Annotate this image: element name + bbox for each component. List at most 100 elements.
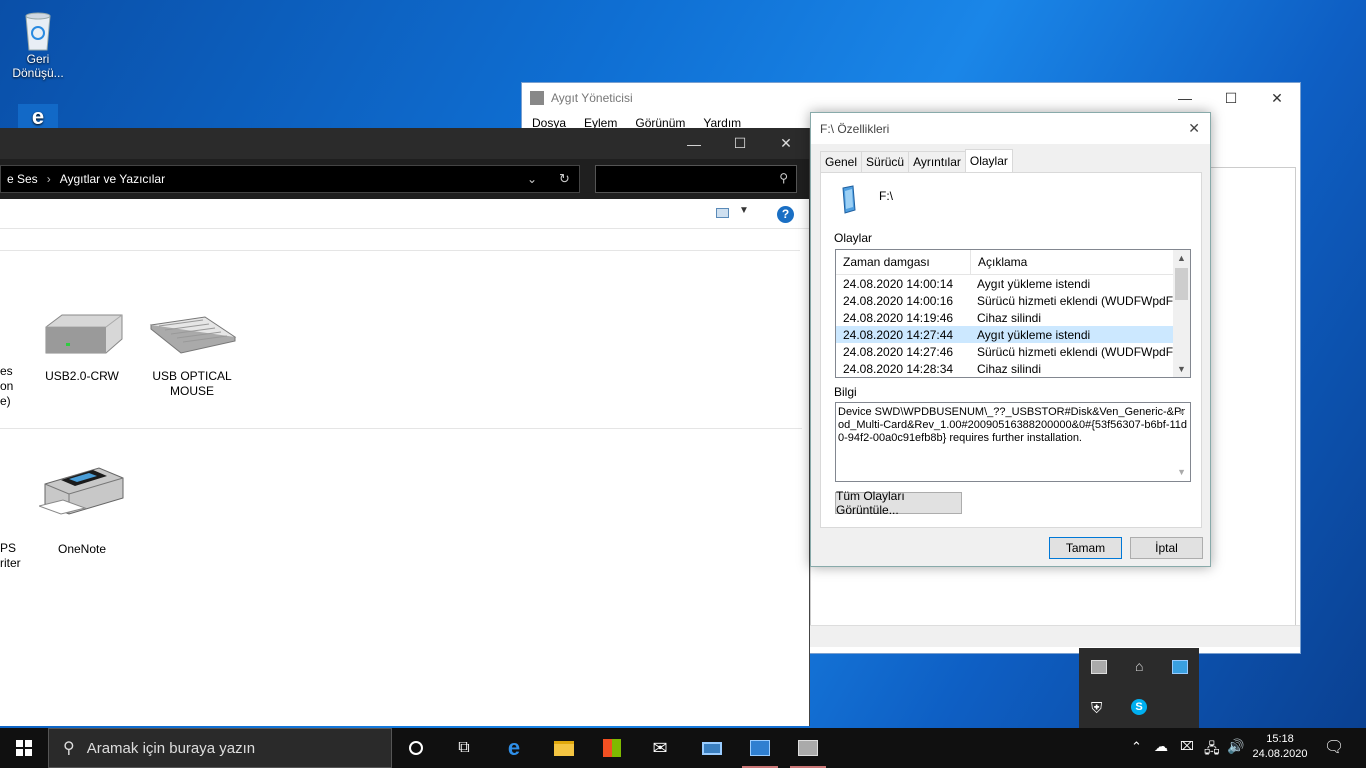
help-icon[interactable]: ? xyxy=(777,206,794,223)
event-description: Cihaz silindi xyxy=(977,310,1042,325)
properties-dialog[interactable]: F:\ Özellikleri ✕ Genel Sürücü Ayrıntıla… xyxy=(810,112,1211,567)
task-view-button[interactable] xyxy=(392,728,440,768)
store-taskbar-button[interactable] xyxy=(588,728,636,768)
event-timestamp: 24.08.2020 14:00:16 xyxy=(843,293,954,308)
device-onenote-printer[interactable]: OneNote xyxy=(32,464,132,557)
scroll-up-icon[interactable]: ▲ xyxy=(1173,250,1190,266)
view-dropdown-icon[interactable]: ▼ xyxy=(739,205,749,216)
event-row[interactable]: 24.08.2020 14:27:44 Aygıt yükleme istendi xyxy=(836,326,1190,343)
usb-drive-icon[interactable]: ⌂ xyxy=(1135,658,1143,674)
event-timestamp: 24.08.2020 14:27:44 xyxy=(843,327,954,342)
events-scrollbar[interactable]: ▲ ▼ xyxy=(1173,250,1190,377)
start-button[interactable] xyxy=(0,728,48,768)
device-usb2-crw[interactable]: USB2.0-CRW xyxy=(32,313,132,384)
search-input[interactable]: ⚲ xyxy=(595,165,797,193)
device-manager-taskbar-button[interactable] xyxy=(784,728,832,768)
network-icon[interactable]: 🖧 xyxy=(1204,738,1220,762)
volume-icon[interactable]: 🔊 xyxy=(1227,738,1244,755)
events-list-header: Zaman damgası Açıklama xyxy=(836,250,1190,275)
windows-icon xyxy=(16,740,32,756)
event-row[interactable]: 24.08.2020 14:00:16 Sürücü hizmeti eklend… xyxy=(836,292,1190,309)
view-all-events-button[interactable]: Tüm Olayları Görüntüle... xyxy=(835,489,962,517)
view-options-icon[interactable] xyxy=(716,208,729,218)
breadcrumb-current[interactable]: Aygıtlar ve Yazıcılar xyxy=(60,172,165,186)
close-button[interactable]: ✕ xyxy=(1254,83,1300,113)
refresh-icon[interactable]: ↻ xyxy=(559,171,570,187)
device-label: USB2.0-CRW xyxy=(45,369,119,383)
ime-icon[interactable]: ⌧ xyxy=(1180,739,1194,753)
minimize-button[interactable]: — xyxy=(671,128,717,159)
security-shield-icon[interactable]: ⛨ xyxy=(1091,700,1102,717)
tab-events[interactable]: Olaylar xyxy=(964,149,1013,172)
minimize-button[interactable]: — xyxy=(1162,83,1208,113)
dialog-titlebar: F:\ Özellikleri ✕ xyxy=(811,113,1210,144)
tab-details[interactable]: Ayrıntılar xyxy=(908,151,966,172)
scroll-thumb[interactable] xyxy=(1175,268,1188,300)
info-textbox[interactable]: Device SWD\WPDBUSENUM\_??_USBSTOR#Disk&V… xyxy=(835,402,1191,482)
show-hidden-icons-icon[interactable]: ⌃ xyxy=(1131,739,1142,755)
event-row[interactable]: 24.08.2020 14:28:34 Cihaz silindi xyxy=(836,360,1190,377)
explorer-address-area: e Ses › Aygıtlar ve Yazıcılar ⌄ ↻ ⚲ xyxy=(0,159,809,199)
recycle-bin-shortcut[interactable]: Geri Dönüşü... xyxy=(2,8,74,80)
device-usb-optical-mouse[interactable]: USB OPTICAL MOUSE xyxy=(142,313,242,399)
taskbar-search[interactable]: ⚲ Aramak için buraya yazın xyxy=(48,728,392,768)
maximize-button[interactable]: ☐ xyxy=(1208,83,1254,113)
edge-icon: e xyxy=(18,104,58,130)
drive-icon xyxy=(40,313,124,357)
column-timestamp[interactable]: Zaman damgası xyxy=(836,250,970,274)
chevron-down-icon[interactable]: ⌄ xyxy=(527,172,537,186)
search-icon: ⚲ xyxy=(779,171,788,185)
device-manager-title: Aygıt Yöneticisi xyxy=(551,91,633,105)
devices-printers-window[interactable]: — ☐ ✕ e Ses › Aygıtlar ve Yazıcılar ⌄ ↻ … xyxy=(0,128,810,726)
partial-device-item[interactable]: es on e) xyxy=(0,364,13,409)
maximize-button[interactable]: ☐ xyxy=(717,128,763,159)
explorer-titlebar: — ☐ ✕ xyxy=(0,128,809,159)
network-settings-icon[interactable] xyxy=(1172,660,1188,674)
event-row[interactable]: 24.08.2020 14:27:46 Sürücü hizmeti eklend… xyxy=(836,343,1190,360)
breadcrumb-prev[interactable]: e Ses xyxy=(7,172,38,186)
device-label: OneNote xyxy=(57,542,107,556)
address-bar[interactable]: e Ses › Aygıtlar ve Yazıcılar ⌄ ↻ xyxy=(0,165,580,193)
close-button[interactable]: ✕ xyxy=(763,128,809,159)
info-scroll-icon[interactable]: ▲ xyxy=(1177,405,1186,418)
events-list[interactable]: Zaman damgası Açıklama 24.08.2020 14:00:… xyxy=(835,249,1191,378)
system-clock[interactable]: 15:18 24.08.2020 xyxy=(1248,732,1312,762)
event-description: Cihaz silindi xyxy=(977,361,1042,376)
search-placeholder: Aramak için buraya yazın xyxy=(86,739,256,757)
mail-taskbar-button[interactable]: ✉ xyxy=(636,728,684,768)
partial-device-item[interactable]: PS riter xyxy=(0,541,21,571)
edge-taskbar-button[interactable]: e xyxy=(490,728,538,768)
event-row[interactable]: 24.08.2020 14:00:14 Aygıt yükleme istendi xyxy=(836,275,1190,292)
laptop-icon xyxy=(702,741,722,755)
skype-icon[interactable]: S xyxy=(1131,699,1147,715)
close-button[interactable]: ✕ xyxy=(1188,120,1200,137)
device-manager-statusbar xyxy=(810,625,1300,647)
device-manager-icon xyxy=(530,91,544,105)
device-icon xyxy=(841,185,857,215)
events-label: Olaylar xyxy=(834,231,873,245)
cortana-circle-icon xyxy=(409,741,423,755)
timeline-button[interactable]: ⧉ xyxy=(440,728,488,768)
recycle-bin-icon xyxy=(20,8,56,52)
devices-taskbar-button[interactable] xyxy=(688,728,736,768)
events-panel: F:\ Olaylar Zaman damgası Açıklama 24.08… xyxy=(820,172,1202,528)
event-timestamp: 24.08.2020 14:27:46 xyxy=(843,344,954,359)
ok-button[interactable]: Tamam xyxy=(1049,537,1122,559)
cancel-button[interactable]: İptal xyxy=(1130,537,1203,559)
tab-driver[interactable]: Sürücü xyxy=(861,151,910,172)
notifications-icon[interactable]: 🗨 xyxy=(1324,737,1344,757)
tab-general[interactable]: Genel xyxy=(820,151,863,172)
partial-label: es xyxy=(0,364,13,378)
event-row[interactable]: 24.08.2020 14:19:46 Cihaz silindi xyxy=(836,309,1190,326)
control-panel-taskbar-button[interactable] xyxy=(736,728,784,768)
info-label: Bilgi xyxy=(834,385,857,399)
column-description[interactable]: Açıklama xyxy=(970,250,1175,274)
info-scroll-icon[interactable]: ▼ xyxy=(1177,466,1186,479)
device-manager-tray-icon[interactable] xyxy=(1091,660,1107,674)
scroll-down-icon[interactable]: ▼ xyxy=(1173,361,1190,377)
onedrive-icon[interactable]: ☁ xyxy=(1154,738,1168,755)
file-explorer-taskbar-button[interactable] xyxy=(540,728,588,768)
dialog-title: F:\ Özellikleri xyxy=(820,121,890,136)
partial-label: on xyxy=(0,379,14,393)
edge-shortcut[interactable]: e xyxy=(2,104,74,130)
